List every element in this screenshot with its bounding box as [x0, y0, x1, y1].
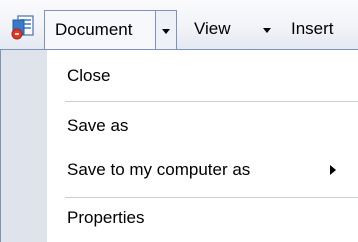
document-menu-label: Document [55, 20, 133, 39]
menu-item-label: Save as [67, 116, 129, 135]
document-dropdown-menu: Close Save as Save to my computer as Pro… [0, 49, 358, 242]
chevron-down-icon [162, 29, 170, 34]
document-dropdown-button[interactable] [155, 10, 177, 50]
toolbar: Document View Insert [0, 0, 358, 50]
insert-menu-button[interactable]: Insert [291, 10, 334, 50]
view-menu-button[interactable]: View [194, 10, 231, 50]
chevron-right-icon [330, 165, 336, 175]
menu-item-save-as[interactable]: Save as [47, 108, 357, 144]
menu-item-label: Properties [67, 208, 145, 227]
menu-item-label: Save to my computer as [67, 160, 251, 179]
insert-menu-label: Insert [291, 19, 334, 38]
document-icon[interactable] [10, 14, 36, 40]
document-menu-button[interactable]: Document [44, 10, 156, 50]
menu-item-save-to-my-computer-as[interactable]: Save to my computer as [47, 152, 357, 188]
app-window: Document View Insert Close Save as Save … [0, 0, 358, 242]
chevron-down-icon [263, 28, 271, 33]
menu-item-label: Close [67, 66, 111, 85]
view-dropdown-button[interactable] [261, 10, 273, 50]
menu-item-close[interactable]: Close [47, 58, 357, 94]
menu-item-properties[interactable]: Properties [47, 200, 357, 236]
menu-icon-gutter [1, 50, 47, 242]
view-menu-label: View [194, 19, 231, 38]
menu-separator [65, 101, 358, 102]
menu-separator [65, 197, 358, 198]
